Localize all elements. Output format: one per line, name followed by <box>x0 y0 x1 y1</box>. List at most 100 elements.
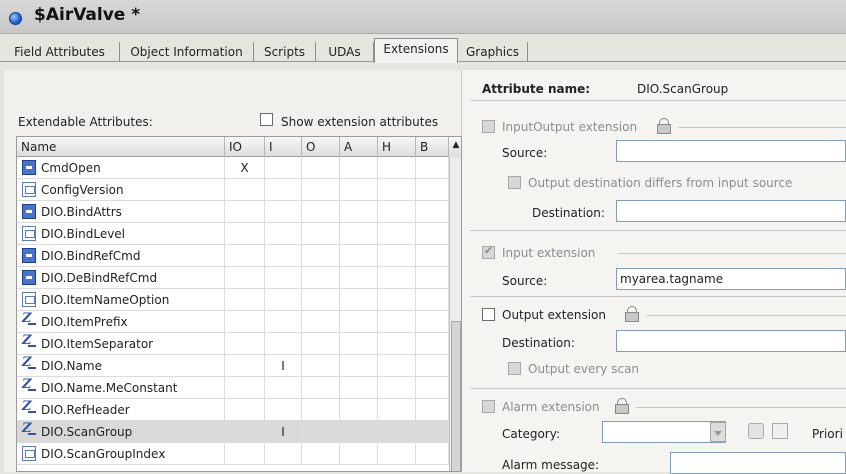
config-icon <box>22 446 36 461</box>
tab-scripts[interactable]: Scripts <box>254 42 316 62</box>
row-o-cell <box>302 245 340 267</box>
row-io-cell: X <box>225 157 265 179</box>
alarm-category-combo[interactable] <box>602 421 726 443</box>
extendable-attributes-label: Extendable Attributes: <box>18 115 153 129</box>
inputoutput-extension-checkbox[interactable] <box>482 120 495 133</box>
string-icon <box>22 421 36 439</box>
row-name-cell: DIO.BindLevel <box>17 223 225 245</box>
alarm-message-input[interactable] <box>670 452 846 474</box>
command-icon <box>22 204 36 219</box>
row-i-cell: I <box>265 421 302 443</box>
table-row[interactable]: DIO.RefHeader <box>17 399 449 421</box>
grid-header: Name IO I O A H B <box>17 137 461 157</box>
output-every-scan-checkbox[interactable] <box>508 362 521 375</box>
output-every-scan-label: Output every scan <box>528 362 640 376</box>
table-row[interactable]: DIO.Name.MeConstant <box>17 377 449 399</box>
chevron-down-icon[interactable] <box>710 422 726 442</box>
table-row[interactable]: DIO.ItemSeparator <box>17 333 449 355</box>
alarm-extension-label: Alarm extension <box>502 400 600 414</box>
row-i-cell <box>265 399 302 421</box>
table-row[interactable]: DIO.BindLevel <box>17 223 449 245</box>
config-icon <box>22 182 36 197</box>
tab-udas[interactable]: UDAs <box>316 42 374 62</box>
document-icon[interactable] <box>772 423 788 439</box>
row-i-cell <box>265 333 302 355</box>
table-row[interactable]: DIO.Name I <box>17 355 449 377</box>
row-name-cell: CmdOpen <box>17 157 225 179</box>
row-name-text: DIO.ItemNameOption <box>41 293 170 307</box>
alarm-message-label: Alarm message: <box>502 458 600 472</box>
input-extension-checkbox[interactable] <box>482 244 495 259</box>
row-name-cell: DIO.ItemNameOption <box>17 289 225 311</box>
table-row[interactable]: DIO.ItemNameOption <box>17 289 449 311</box>
output-extension-checkbox[interactable] <box>482 308 495 321</box>
lock-icon[interactable] <box>614 398 630 414</box>
table-row[interactable]: DIO.ItemPrefix <box>17 311 449 333</box>
tab-strip: Field Attributes Object Information Scri… <box>0 38 846 63</box>
col-header-io[interactable]: IO <box>225 137 265 157</box>
row-a-cell <box>340 157 378 179</box>
io-destination-input[interactable] <box>616 200 846 222</box>
row-name-cell: DIO.Name.MeConstant <box>17 377 225 399</box>
col-header-name[interactable]: Name <box>17 137 225 157</box>
attribute-name-value: DIO.ScanGroup <box>637 82 729 96</box>
output-destination-differs-label: Output destination differs from input so… <box>528 176 793 190</box>
row-io-cell <box>225 179 265 201</box>
io-source-input[interactable] <box>616 140 846 162</box>
command-icon <box>22 160 36 175</box>
row-name-text: DIO.DeBindRefCmd <box>41 271 158 285</box>
row-h-cell <box>378 289 416 311</box>
lock-icon[interactable] <box>656 118 672 134</box>
row-o-cell <box>302 179 340 201</box>
scroll-up-button[interactable]: ▲ <box>449 137 461 157</box>
col-header-h[interactable]: H <box>378 137 416 157</box>
row-o-cell <box>302 311 340 333</box>
attribute-name-label: Attribute name: <box>482 82 591 96</box>
grid-scroll-thumb[interactable] <box>451 321 461 471</box>
table-row[interactable]: DIO.BindRefCmd <box>17 245 449 267</box>
inputoutput-extension-label: InputOutput extension <box>502 120 638 134</box>
alarm-category-label: Category: <box>502 427 560 441</box>
section-divider <box>470 296 846 297</box>
tab-extensions[interactable]: Extensions <box>374 38 458 63</box>
header-divider <box>470 100 846 101</box>
row-h-cell <box>378 201 416 223</box>
col-header-b[interactable]: B <box>416 137 449 157</box>
row-h-cell <box>378 267 416 289</box>
section-divider <box>470 388 846 389</box>
table-row[interactable]: DIO.ScanGroupIndex <box>17 443 449 465</box>
col-header-a[interactable]: A <box>340 137 378 157</box>
table-row[interactable]: DIO.DeBindRefCmd <box>17 267 449 289</box>
row-o-cell <box>302 223 340 245</box>
row-a-cell <box>340 377 378 399</box>
row-h-cell <box>378 223 416 245</box>
row-a-cell <box>340 201 378 223</box>
row-i-cell <box>265 267 302 289</box>
input-source-input[interactable]: myarea.tagname <box>616 268 846 290</box>
table-row[interactable]: DIO.BindAttrs <box>17 201 449 223</box>
io-destination-label: Destination: <box>532 206 605 220</box>
row-b-cell <box>416 399 449 421</box>
row-name-text: DIO.BindLevel <box>41 227 126 241</box>
row-i-cell <box>265 201 302 223</box>
col-header-i[interactable]: I <box>265 137 302 157</box>
section-divider <box>470 230 846 231</box>
tab-graphics[interactable]: Graphics <box>458 42 528 62</box>
output-destination-input[interactable] <box>616 330 846 352</box>
table-row[interactable]: ConfigVersion <box>17 179 449 201</box>
output-destination-differs-checkbox[interactable] <box>508 176 521 189</box>
tab-object-information[interactable]: Object Information <box>120 42 254 62</box>
show-extension-attributes-checkbox[interactable] <box>260 113 273 126</box>
table-row[interactable]: CmdOpen X <box>17 157 449 179</box>
row-i-cell <box>265 311 302 333</box>
tab-field-attributes[interactable]: Field Attributes <box>0 42 120 62</box>
row-b-cell <box>416 201 449 223</box>
group-icon[interactable] <box>748 423 764 439</box>
lock-icon[interactable] <box>624 306 640 322</box>
input-source-label: Source: <box>502 274 548 288</box>
table-row[interactable]: DIO.ScanGroup I <box>17 421 449 443</box>
col-header-o[interactable]: O <box>302 137 340 157</box>
alarm-extension-checkbox[interactable] <box>482 400 495 413</box>
row-o-cell <box>302 333 340 355</box>
row-b-cell <box>416 157 449 179</box>
